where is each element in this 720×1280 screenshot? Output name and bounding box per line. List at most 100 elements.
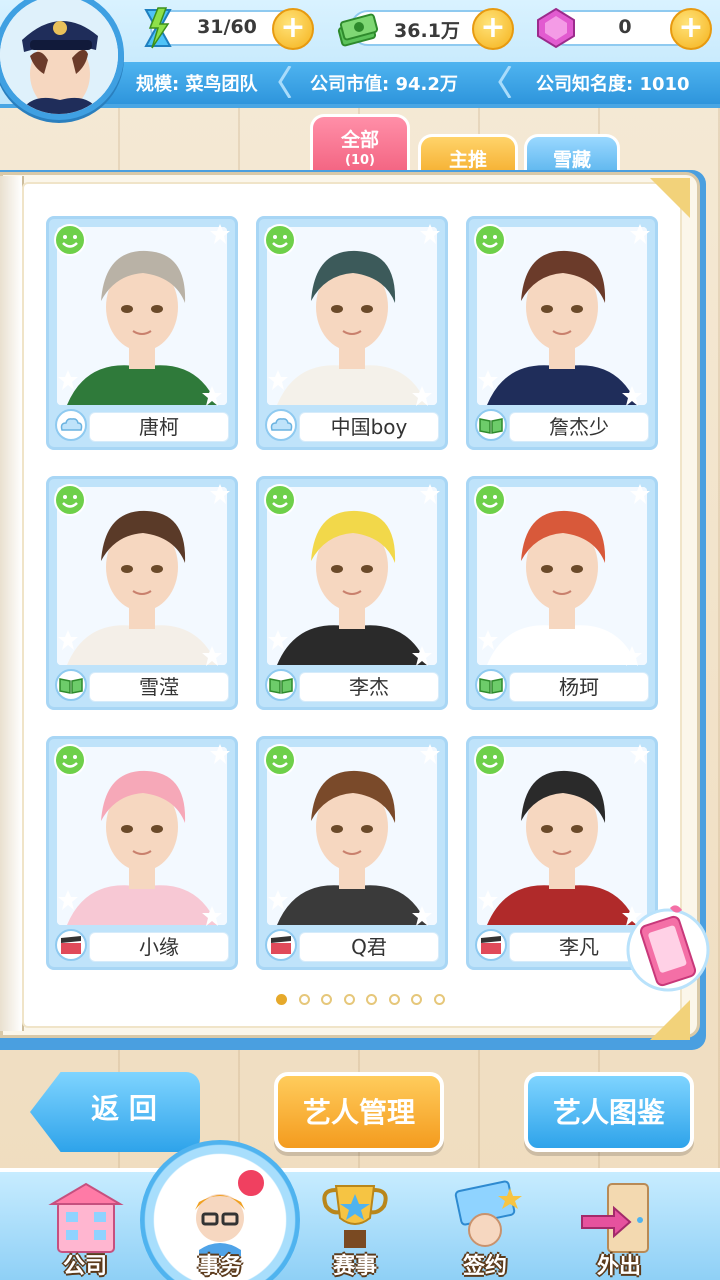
page-dot[interactable] bbox=[411, 994, 422, 1005]
star-icon bbox=[420, 224, 440, 244]
add-money-button[interactable]: + bbox=[472, 8, 514, 50]
mood-happy-icon bbox=[54, 224, 86, 256]
tab-all[interactable]: 全部 (10) bbox=[310, 114, 410, 178]
artist-type-book-icon bbox=[263, 669, 299, 701]
star-icon bbox=[630, 224, 650, 244]
building-icon bbox=[48, 1182, 124, 1253]
artist-type-book-icon bbox=[53, 669, 89, 701]
nav-events-label: 赛事 bbox=[332, 1254, 377, 1279]
nav-company[interactable]: 公司 bbox=[30, 1176, 140, 1280]
artist-type-cloud-icon bbox=[263, 409, 299, 441]
tab-all-label: 全部 bbox=[340, 129, 379, 151]
mood-happy-icon bbox=[54, 744, 86, 776]
star-icon bbox=[202, 906, 222, 926]
star-icon bbox=[412, 646, 432, 666]
money-value: 36.1万 bbox=[394, 20, 460, 42]
company-fame: 公司知名度: 1010 bbox=[536, 74, 690, 95]
page-dot[interactable] bbox=[366, 994, 377, 1005]
page-dot[interactable] bbox=[298, 994, 310, 1005]
door-exit-icon bbox=[581, 1183, 649, 1253]
page-corner-icon bbox=[650, 178, 690, 218]
artist-name: 杨珂 bbox=[509, 672, 649, 702]
artist-card[interactable]: 李杰 bbox=[256, 476, 448, 710]
star-icon bbox=[622, 646, 642, 666]
nav-sign[interactable]: 签约 bbox=[430, 1176, 540, 1280]
add-gems-button[interactable]: + bbox=[670, 8, 712, 50]
pink-phone-icon[interactable] bbox=[624, 900, 710, 994]
artist-name: 雪滢 bbox=[89, 672, 229, 702]
tab-featured-label: 主推 bbox=[448, 149, 487, 171]
trophy-icon bbox=[322, 1185, 388, 1248]
artist-card[interactable]: 杨珂 bbox=[466, 476, 658, 710]
star-icon bbox=[58, 630, 78, 650]
star-icon bbox=[420, 484, 440, 504]
artist-card[interactable]: 唐柯 bbox=[46, 216, 238, 450]
artist-card[interactable]: 雪滢 bbox=[46, 476, 238, 710]
cash-stack-icon bbox=[337, 13, 379, 47]
star-icon bbox=[210, 744, 230, 764]
mood-happy-icon bbox=[264, 744, 296, 776]
artist-type-film-icon bbox=[53, 929, 89, 961]
mood-happy-icon bbox=[264, 224, 296, 256]
nav-company-label: 公司 bbox=[62, 1254, 107, 1279]
chevron-separator-icon bbox=[278, 66, 292, 98]
tab-all-count: (10) bbox=[345, 153, 375, 168]
nav-affairs-label: 事务 bbox=[197, 1254, 242, 1279]
star-icon bbox=[478, 370, 498, 390]
back-button[interactable]: 返 回 bbox=[30, 1072, 200, 1152]
gem-value: 0 bbox=[618, 16, 632, 38]
company-scale: 规模: 菜鸟团队 bbox=[136, 74, 258, 95]
star-icon bbox=[420, 744, 440, 764]
star-icon bbox=[268, 890, 288, 910]
book-left-page bbox=[0, 176, 24, 1031]
contract-fist-icon bbox=[454, 1180, 522, 1247]
page-dot[interactable] bbox=[276, 994, 287, 1005]
nav-go-out-label: 外出 bbox=[596, 1254, 641, 1279]
mood-happy-icon bbox=[264, 484, 296, 516]
artist-name: 小缘 bbox=[89, 932, 229, 962]
star-icon bbox=[630, 744, 650, 764]
artist-type-book-icon bbox=[473, 409, 509, 441]
star-icon bbox=[58, 890, 78, 910]
page-dot[interactable] bbox=[343, 994, 355, 1005]
artist-type-film-icon bbox=[263, 929, 299, 961]
star-icon bbox=[630, 484, 650, 504]
add-stamina-button[interactable]: + bbox=[272, 8, 314, 50]
artist-card[interactable]: 小缘 bbox=[46, 736, 238, 970]
hourglass-lightning-icon bbox=[144, 7, 172, 49]
star-icon bbox=[202, 386, 222, 406]
artist-card[interactable]: 中国boy bbox=[256, 216, 448, 450]
page-dot[interactable] bbox=[388, 994, 400, 1005]
mood-happy-icon bbox=[54, 484, 86, 516]
artist-type-cloud-icon bbox=[53, 409, 89, 441]
mood-happy-icon bbox=[474, 224, 506, 256]
gem-resource: 0 + bbox=[537, 7, 712, 50]
artist-management-button[interactable]: 艺人管理 bbox=[274, 1072, 444, 1152]
star-icon bbox=[622, 386, 642, 406]
artist-type-book-icon bbox=[473, 669, 509, 701]
star-icon bbox=[268, 630, 288, 650]
stamina-value: 31/60 bbox=[197, 16, 257, 38]
nav-events[interactable]: 赛事 bbox=[300, 1176, 410, 1280]
mood-happy-icon bbox=[474, 744, 506, 776]
artist-album-button[interactable]: 艺人图鉴 bbox=[524, 1072, 694, 1152]
artist-name: 中国boy bbox=[299, 412, 439, 442]
gift-notification-icon bbox=[236, 1168, 266, 1198]
money-resource: 36.1万 + bbox=[337, 8, 514, 50]
star-icon bbox=[210, 484, 230, 504]
page-dot[interactable] bbox=[321, 994, 332, 1005]
artist-name: 詹杰少 bbox=[509, 412, 649, 442]
artist-type-film-icon bbox=[473, 929, 509, 961]
artist-name: Q君 bbox=[299, 932, 439, 962]
chevron-separator-icon bbox=[498, 66, 512, 98]
star-icon bbox=[58, 370, 78, 390]
page-dot[interactable] bbox=[433, 994, 445, 1005]
artist-card[interactable]: Q君 bbox=[256, 736, 448, 970]
star-icon bbox=[412, 386, 432, 406]
star-icon bbox=[478, 630, 498, 650]
artist-card[interactable]: 詹杰少 bbox=[466, 216, 658, 450]
star-icon bbox=[202, 646, 222, 666]
nav-go-out[interactable]: 外出 bbox=[564, 1176, 674, 1280]
page-indicator bbox=[276, 994, 456, 1008]
star-icon bbox=[210, 224, 230, 244]
